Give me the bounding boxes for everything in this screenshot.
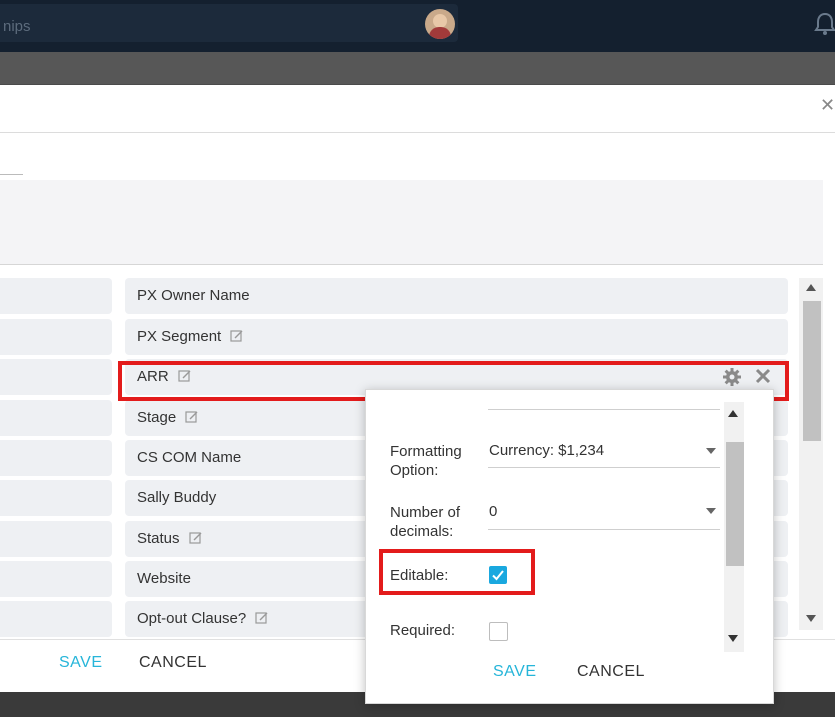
- top-navigation-bar: nips: [0, 0, 835, 52]
- left-column-cell[interactable]: [0, 521, 112, 557]
- backdrop-strip: [0, 52, 835, 84]
- save-button[interactable]: SAVE: [59, 654, 103, 672]
- field-label: PX Owner Name: [137, 287, 250, 304]
- scroll-up-arrow-icon[interactable]: [728, 410, 738, 417]
- tab-underline: [0, 174, 23, 175]
- chevron-down-icon[interactable]: [706, 448, 716, 454]
- left-column-cell[interactable]: [0, 440, 112, 476]
- edit-icon[interactable]: [188, 531, 203, 545]
- field-label: Sally Buddy: [137, 489, 217, 506]
- edit-icon[interactable]: [255, 611, 269, 625]
- popover-save-button[interactable]: SAVE: [493, 663, 537, 681]
- decimals-select[interactable]: 0: [489, 503, 497, 520]
- gear-icon[interactable]: [722, 367, 742, 387]
- formatting-option-select[interactable]: Currency: $1,234: [489, 442, 604, 459]
- edit-icon[interactable]: [230, 329, 244, 343]
- field-label: Website: [137, 570, 191, 587]
- modal-close-icon[interactable]: ✕: [820, 95, 835, 116]
- field-row-px-owner-name[interactable]: PX Owner Name: [125, 278, 788, 314]
- field-underline: [488, 409, 720, 410]
- scroll-down-arrow-icon[interactable]: [806, 615, 816, 622]
- list-scrollbar-thumb[interactable]: [803, 301, 821, 441]
- header-divider: [0, 132, 835, 133]
- left-column-cell[interactable]: [0, 601, 112, 637]
- left-column-cell[interactable]: [0, 400, 112, 436]
- required-label: Required:: [390, 622, 456, 639]
- editable-label: Editable:: [390, 567, 449, 584]
- edit-icon[interactable]: [185, 410, 199, 424]
- field-underline: [488, 529, 720, 530]
- user-avatar[interactable]: [425, 9, 455, 39]
- field-settings-popover: Formatting Option: Currency: $1,234 Numb…: [365, 389, 774, 704]
- field-row-px-segment[interactable]: PX Segment: [125, 319, 788, 355]
- left-column-cell[interactable]: [0, 561, 112, 597]
- popover-scrollbar-thumb[interactable]: [726, 442, 744, 566]
- field-label: CS COM Name: [137, 449, 242, 466]
- field-label: Opt-out Clause?: [137, 610, 269, 627]
- remove-field-icon[interactable]: [754, 367, 772, 385]
- field-label: Status: [137, 530, 203, 547]
- editable-checkbox[interactable]: [489, 566, 507, 584]
- checkmark-icon: [492, 570, 504, 581]
- left-column-cell[interactable]: [0, 359, 112, 395]
- left-column-cell[interactable]: [0, 278, 112, 314]
- required-checkbox[interactable]: [489, 622, 508, 641]
- cancel-button[interactable]: CANCEL: [139, 654, 207, 672]
- formatting-option-label: Formatting Option:: [390, 443, 462, 479]
- left-column-cell[interactable]: [0, 319, 112, 355]
- field-underline: [488, 467, 720, 468]
- filter-area: [0, 180, 823, 265]
- left-column-cell[interactable]: [0, 480, 112, 516]
- decimals-label: Number of decimals:: [390, 504, 461, 540]
- field-label: Stage: [137, 409, 199, 426]
- field-label: PX Segment: [137, 328, 244, 345]
- chevron-down-icon[interactable]: [706, 508, 716, 514]
- scroll-down-arrow-icon[interactable]: [728, 635, 738, 642]
- scroll-up-arrow-icon[interactable]: [806, 284, 816, 291]
- search-text: nips: [3, 18, 31, 35]
- notification-bell-icon[interactable]: [814, 12, 835, 36]
- global-search-box[interactable]: nips: [0, 4, 458, 42]
- popover-cancel-button[interactable]: CANCEL: [577, 663, 645, 681]
